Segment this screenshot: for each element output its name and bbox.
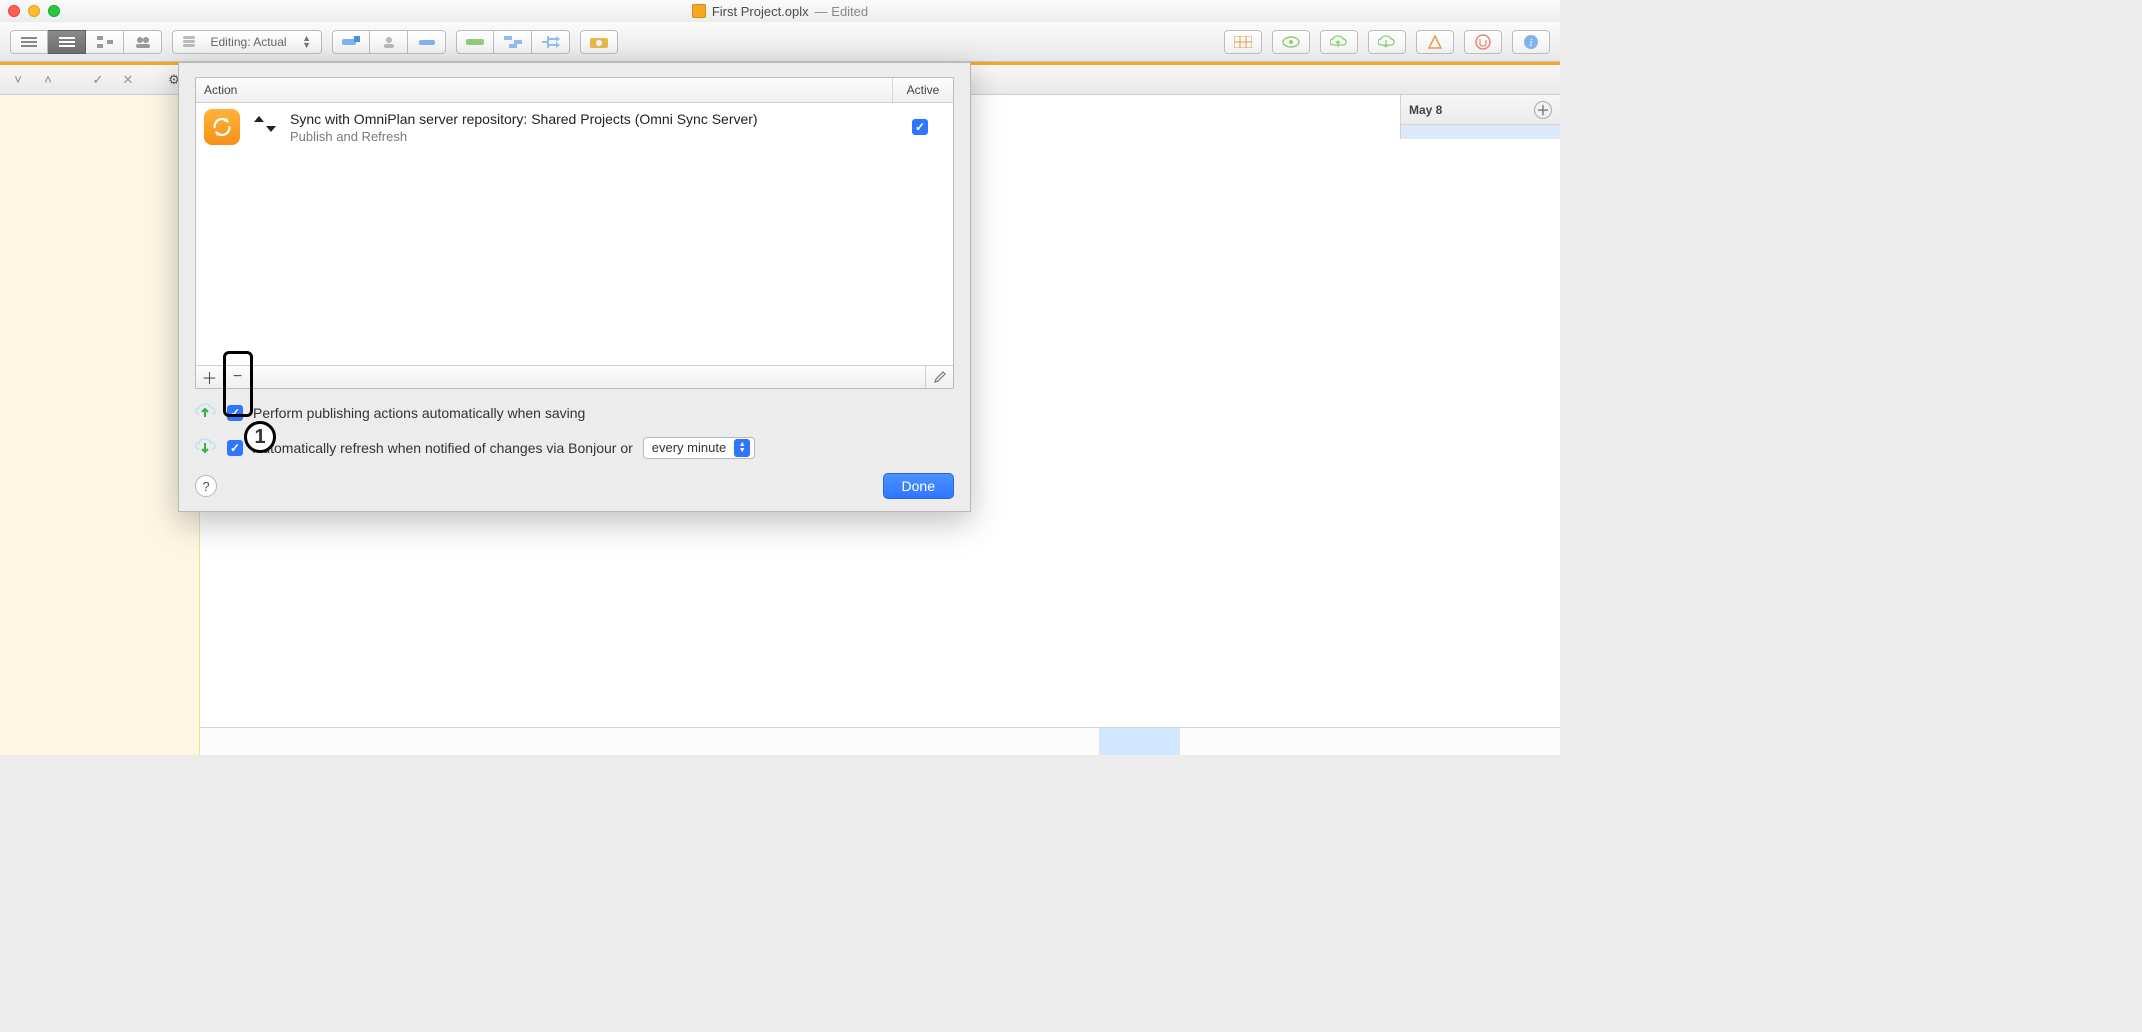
window-controls — [8, 5, 60, 17]
bottom-strip — [200, 727, 1560, 755]
edited-indicator: — Edited — [815, 4, 868, 19]
pencil-icon — [933, 370, 947, 384]
remove-action-button[interactable]: − — [224, 366, 252, 388]
view-mode-group — [10, 30, 162, 54]
column-action[interactable]: Action — [196, 78, 893, 102]
collapse-button[interactable]: ˄ — [38, 71, 58, 89]
accept-button[interactable]: ✓ — [88, 71, 108, 89]
chevron-updown-icon: ▲▼ — [734, 439, 750, 457]
edit-action-button[interactable] — [925, 366, 953, 388]
minimize-window-button[interactable] — [28, 5, 40, 17]
add-column-button[interactable]: ＋ — [1534, 101, 1552, 119]
reschedule-button[interactable] — [494, 30, 532, 54]
action-row[interactable]: Sync with OmniPlan server repository: Sh… — [196, 103, 953, 151]
actions-list-header: Action Active — [196, 78, 953, 103]
auto-refresh-row: Automatically refresh when notified of c… — [195, 436, 954, 459]
cloud-down-icon — [195, 436, 217, 459]
strip-cell-highlight — [1100, 728, 1180, 755]
auto-refresh-checkbox[interactable] — [227, 440, 243, 456]
network-view-button[interactable] — [86, 30, 124, 54]
network-icon — [97, 36, 113, 48]
done-button[interactable]: Done — [883, 473, 954, 499]
action-title: Sync with OmniPlan server repository: Sh… — [290, 111, 885, 127]
inspector-button[interactable]: i — [1512, 30, 1550, 54]
timeline-row — [1400, 125, 1560, 139]
strip-cell — [1020, 728, 1100, 755]
updown-icon — [250, 110, 280, 144]
auto-publish-checkbox[interactable] — [227, 405, 243, 421]
grid-icon — [1234, 36, 1252, 48]
milestone-icon — [419, 36, 435, 48]
violations-button[interactable] — [1464, 30, 1502, 54]
resources-view-button[interactable] — [124, 30, 162, 54]
gantt-split-button[interactable] — [48, 30, 86, 54]
scheduling-group — [456, 30, 570, 54]
add-task-button[interactable] — [332, 30, 370, 54]
people-icon — [135, 36, 151, 48]
actions-list-body: Sync with OmniPlan server repository: Sh… — [196, 103, 953, 365]
catchup-icon — [466, 37, 484, 47]
reschedule-icon — [504, 36, 522, 48]
annotation-marker: 1 — [244, 421, 276, 453]
editing-mode-label: Editing: Actual — [211, 35, 287, 49]
actions-list: Action Active Sync with OmniPlan server … — [195, 77, 954, 389]
timeline-header: May 8 ＋ — [1400, 95, 1560, 125]
refresh-interval-value: every minute — [652, 440, 726, 455]
document-icon — [692, 4, 706, 18]
cloud-up-icon — [195, 401, 217, 424]
timeline-date: May 8 — [1409, 103, 1442, 117]
sync-icon — [204, 109, 240, 145]
window-title: First Project.oplx — [712, 4, 809, 19]
list-icon — [59, 35, 75, 49]
catch-up-button[interactable] — [456, 30, 494, 54]
delta-icon — [1428, 35, 1442, 49]
svg-text:i: i — [1529, 37, 1532, 49]
add-resource-button[interactable] — [370, 30, 408, 54]
action-active-checkbox[interactable] — [912, 119, 928, 135]
camera-icon — [590, 36, 608, 48]
info-icon: i — [1523, 34, 1539, 50]
simulations-button[interactable] — [1272, 30, 1310, 54]
zoom-window-button[interactable] — [48, 5, 60, 17]
refresh-interval-select[interactable]: every minute ▲▼ — [643, 437, 755, 459]
titlebar: First Project.oplx — Edited — [0, 0, 1560, 22]
auto-publish-label: Perform publishing actions automatically… — [253, 405, 585, 421]
level-icon — [542, 36, 560, 48]
publish-subscribe-sheet: Action Active Sync with OmniPlan server … — [178, 62, 971, 512]
expand-button[interactable]: ˅ — [8, 71, 28, 89]
add-action-button[interactable]: ＋ — [196, 366, 224, 388]
list-icon — [21, 35, 37, 49]
eye-icon — [1282, 36, 1300, 48]
hand-icon — [1475, 34, 1491, 50]
add-milestone-button[interactable] — [408, 30, 446, 54]
level-button[interactable] — [532, 30, 570, 54]
snapshot-button[interactable] — [580, 30, 618, 54]
action-subtitle: Publish and Refresh — [290, 129, 885, 144]
gantt-outline-button[interactable] — [10, 30, 48, 54]
publish-button[interactable] — [1320, 30, 1358, 54]
outline-gutter — [0, 95, 200, 755]
toolbar: Editing: Actual ▲▼ i — [0, 22, 1560, 62]
column-active[interactable]: Active — [893, 78, 953, 102]
change-tracking-button[interactable] — [1416, 30, 1454, 54]
cloud-down-icon — [1378, 35, 1396, 49]
grip-icon — [183, 40, 195, 43]
cloud-up-icon — [1330, 35, 1348, 49]
auto-publish-row: Perform publishing actions automatically… — [195, 401, 954, 424]
auto-refresh-label: Automatically refresh when notified of c… — [253, 440, 633, 456]
baseline-button[interactable] — [1224, 30, 1262, 54]
help-button[interactable]: ? — [195, 475, 217, 497]
person-icon — [383, 36, 395, 48]
reject-button[interactable]: ✕ — [118, 71, 138, 89]
task-icon — [342, 36, 360, 48]
task-group — [332, 30, 446, 54]
actions-list-footer: ＋ − — [196, 365, 953, 388]
editing-mode-popup[interactable]: Editing: Actual ▲▼ — [172, 30, 322, 54]
close-window-button[interactable] — [8, 5, 20, 17]
chevron-updown-icon: ▲▼ — [302, 35, 311, 49]
refresh-button[interactable] — [1368, 30, 1406, 54]
